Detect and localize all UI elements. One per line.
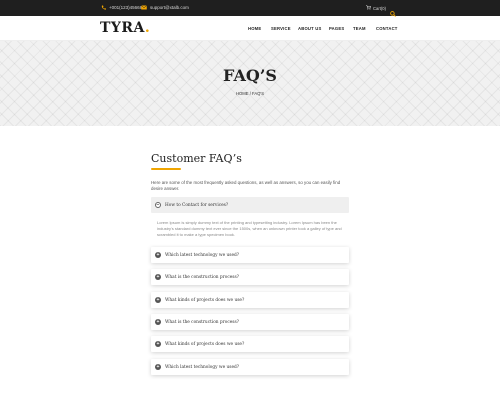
site-header: TYRA. HOME SERVICE ABOUT US PAGES TEAM C… (0, 16, 500, 41)
intro-text: Here are some of the most frequently ask… (151, 180, 341, 192)
minus-circle-icon[interactable]: − (155, 202, 161, 208)
page-title: FAQ’S (223, 66, 277, 85)
faq-item-7[interactable]: + Which latest technology we used? (151, 359, 349, 375)
nav-service[interactable]: SERVICE (271, 26, 291, 31)
plus-circle-icon[interactable]: + (155, 364, 161, 370)
nav-home[interactable]: HOME (248, 26, 261, 31)
cart-icon (366, 5, 372, 11)
faq-item-3[interactable]: + What is the construction process? (151, 269, 349, 285)
plus-circle-icon[interactable]: + (155, 252, 161, 258)
cart-button[interactable]: Cart(0) (366, 5, 386, 11)
faq-question: What kinds of projects does we use? (165, 297, 245, 303)
email-contact[interactable]: support@xtalb.com (141, 5, 189, 10)
phone-contact[interactable]: +001(123)456681 (100, 5, 145, 10)
faq-question: What is the construction process? (165, 274, 239, 280)
faq-question: How to Contact for services? (165, 202, 229, 208)
mail-icon (141, 5, 147, 10)
phone-icon (100, 5, 106, 10)
nav-about-us[interactable]: ABOUT US (298, 26, 321, 31)
nav-team[interactable]: TEAM (353, 26, 366, 31)
logo[interactable]: TYRA. (100, 20, 150, 36)
search-icon[interactable] (390, 4, 396, 17)
logo-dot: . (144, 20, 151, 36)
logo-text: TYRA (100, 20, 145, 36)
nav-pages[interactable]: PAGES (329, 26, 344, 31)
title-underline (151, 168, 181, 170)
section-title: Customer FAQ’s (151, 152, 242, 165)
faq-item-5[interactable]: + What is the construction process? (151, 314, 349, 330)
faq-question: Which latest technology we used? (165, 364, 240, 370)
faq-question: What kinds of projects does we use? (165, 341, 245, 347)
plus-circle-icon[interactable]: + (155, 341, 161, 347)
cart-label: Cart(0) (373, 5, 387, 11)
faq-answer: Lorem Ipsum is simply dummy text of the … (157, 220, 342, 237)
top-bar: +001(123)456681 support@xtalb.com (0, 0, 500, 16)
nav-contact[interactable]: CONTACT (376, 26, 398, 31)
breadcrumb: HOME / FAQ'S (235, 91, 265, 96)
faq-item-1[interactable]: − How to Contact for services? (151, 197, 349, 213)
faq-item-4[interactable]: + What kinds of projects does we use? (151, 292, 349, 308)
faq-item-6[interactable]: + What kinds of projects does we use? (151, 336, 349, 352)
faq-item-2[interactable]: + Which latest technology we used? (151, 247, 349, 263)
plus-circle-icon[interactable]: + (155, 297, 161, 303)
email-text: support@xtalb.com (150, 5, 189, 10)
page-banner: FAQ’S HOME / FAQ'S (0, 41, 500, 126)
plus-circle-icon[interactable]: + (155, 319, 161, 325)
phone-text: +001(123)456681 (109, 5, 145, 10)
faq-question: Which latest technology we used? (165, 252, 240, 258)
faq-question: What is the construction process? (165, 319, 239, 325)
plus-circle-icon[interactable]: + (155, 274, 161, 280)
